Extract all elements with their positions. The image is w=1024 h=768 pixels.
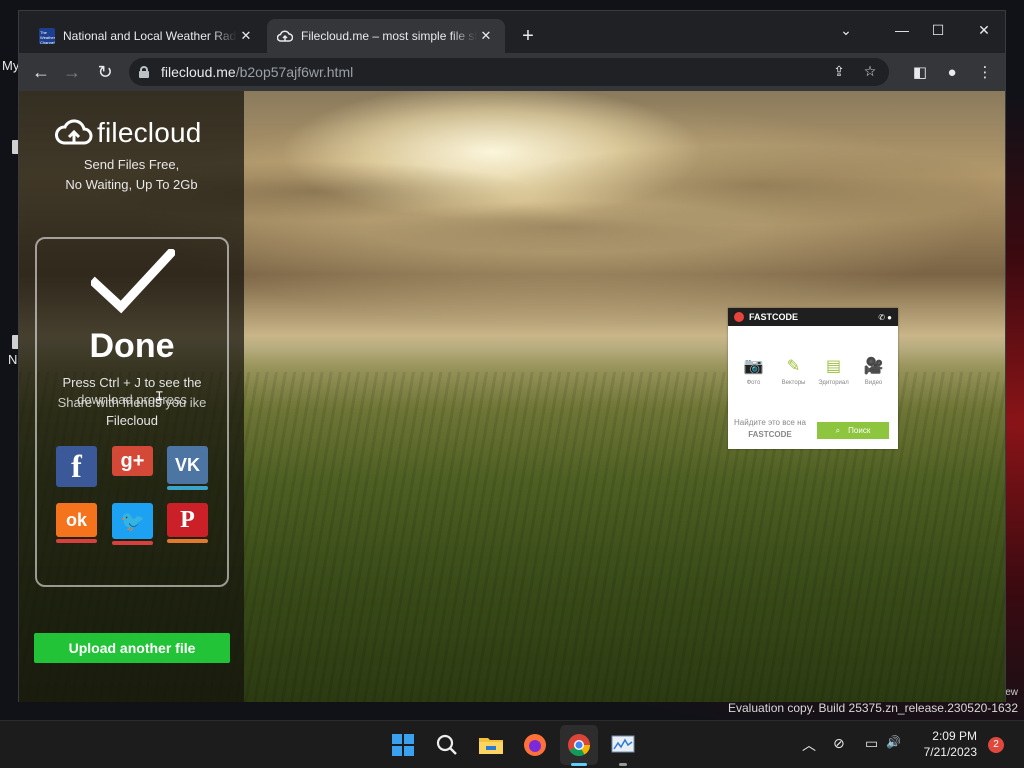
clock-date: 7/21/2023 <box>923 745 977 759</box>
side-panel-icon[interactable]: ◧ <box>909 61 931 83</box>
active-app-indicator <box>571 763 587 766</box>
upload-another-file-button[interactable]: Upload another file <box>34 633 230 663</box>
twitter-counter <box>112 541 153 545</box>
ctrl-j-line1: Press Ctrl + J to see the <box>62 375 202 390</box>
browser-toolbar: ← → ↻ filecloud.me/b2op57ajf6wr.html ⇪ ☆… <box>19 53 1005 91</box>
filecloud-sidebar: filecloud Send Files Free, No Waiting, U… <box>19 91 244 702</box>
firefox-icon[interactable] <box>521 731 549 759</box>
google-plus-share-button[interactable]: g+ <box>112 446 153 476</box>
share-icon[interactable]: ⇪ <box>829 63 849 81</box>
facebook-icon: f <box>71 448 82 484</box>
display-icon[interactable]: ▭ <box>865 735 878 752</box>
done-title: Done <box>89 327 175 365</box>
ad-item-photo[interactable]: 📷 Фото <box>738 356 769 386</box>
ad-category-list: 📷 Фото ✎ Векторы ▤ Эдиториал 🎥 Видео <box>738 356 889 386</box>
tab-weather[interactable]: The Weather Channel National and Local W… <box>29 19 265 53</box>
lock-icon[interactable] <box>139 66 149 78</box>
chevron-up-icon[interactable]: ︿ <box>802 735 816 755</box>
desktop-label-n: N <box>8 352 18 367</box>
flame-icon <box>734 312 744 322</box>
odnoklassniki-icon: ok <box>65 509 87 530</box>
facebook-share-button[interactable]: f <box>56 446 97 487</box>
chrome-icon[interactable] <box>560 725 598 765</box>
new-tab-button[interactable]: + <box>516 25 540 49</box>
video-icon: 🎥 <box>863 358 884 375</box>
vk-counter <box>167 486 208 490</box>
start-icon[interactable] <box>389 731 417 759</box>
menu-icon[interactable]: ⋮ <box>974 61 996 83</box>
ad-brand: FASTCODE <box>749 312 799 322</box>
close-icon[interactable]: ✕ <box>237 27 255 45</box>
profile-icon[interactable]: ● <box>941 61 963 83</box>
cloud-upload-icon <box>277 30 293 42</box>
back-button[interactable]: ← <box>29 61 53 83</box>
browser-window: The Weather Channel National and Local W… <box>18 10 1006 702</box>
vk-share-button[interactable]: VK <box>167 446 208 484</box>
tagline-line1: Send Files Free, <box>83 157 180 172</box>
phone-icon[interactable]: ✆ ● <box>878 313 892 322</box>
search-icon: ⌕ <box>835 425 841 435</box>
weather-channel-icon: The Weather Channel <box>39 28 55 44</box>
close-icon[interactable]: ✕ <box>477 27 495 45</box>
google-plus-icon: g+ <box>120 449 145 472</box>
tab-search-button[interactable]: ⌄ <box>831 17 861 43</box>
pinterest-counter <box>167 539 208 543</box>
page-content: filecloud Send Files Free, No Waiting, U… <box>19 91 1005 702</box>
tab-filecloud[interactable]: Filecloud.me – most simple file sharing … <box>267 19 505 53</box>
forward-button[interactable]: → <box>60 61 84 83</box>
tagline-line2: No Waiting, Up To 2Gb <box>65 177 198 192</box>
tab-title: Filecloud.me – most simple file sharing <box>301 29 477 43</box>
desktop-edge-text: ew <box>1005 687 1018 698</box>
clock-time: 2:09 PM <box>932 729 977 743</box>
pinterest-share-button[interactable]: P <box>167 503 208 537</box>
cloud-upload-icon <box>55 119 93 145</box>
pinterest-icon: P <box>180 506 195 533</box>
desktop-label-my: My <box>2 58 20 73</box>
tab-title: National and Local Weather Radar <box>63 29 237 43</box>
twitter-share-button[interactable]: 🐦 <box>112 503 153 539</box>
odnoklassniki-counter <box>56 539 97 543</box>
share-line2: Filecloud <box>105 413 159 428</box>
clock[interactable]: 2:09 PM 7/21/2023 <box>924 728 977 760</box>
taskbar: ︿ ⊘ ▭ 🔊 2:09 PM 7/21/2023 2 <box>0 720 1024 768</box>
notification-badge[interactable]: 2 <box>988 737 1004 753</box>
tab-strip: The Weather Channel National and Local W… <box>19 11 1005 53</box>
share-line1: Share with friends you ike <box>57 395 207 410</box>
minimize-button[interactable]: — <box>887 17 917 43</box>
ad-footer: Найдите это все на FASTCODE <box>734 418 806 439</box>
fastcode-ad-widget[interactable]: FASTCODE ✆ ● 📷 Фото ✎ Векторы ▤ Эдиториал 🎥… <box>728 308 898 449</box>
volume-icon[interactable]: 🔊 <box>886 735 901 749</box>
ad-item-vectors[interactable]: ✎ Векторы <box>778 356 809 386</box>
text-cursor-icon: Ɪ <box>156 389 163 403</box>
url-host: filecloud.me <box>161 64 236 80</box>
url-path: /b2op57ajf6wr.html <box>235 64 354 80</box>
twitter-icon: 🐦 <box>120 510 145 533</box>
ad-search-button[interactable]: ⌕ Поиск <box>817 422 889 439</box>
done-panel: Done Press Ctrl + J to see the download … <box>35 237 229 587</box>
ad-item-video[interactable]: 🎥 Видео <box>858 356 889 386</box>
network-icon[interactable]: ⊘ <box>833 735 845 752</box>
file-explorer-icon[interactable] <box>477 731 505 759</box>
odnoklassniki-share-button[interactable]: ok <box>56 503 97 537</box>
bookmark-star-icon[interactable]: ☆ <box>860 63 880 81</box>
logo-text: filecloud <box>97 117 202 148</box>
reload-button[interactable]: ↻ <box>93 61 117 83</box>
performance-monitor-icon[interactable] <box>609 731 637 759</box>
ad-item-editorial[interactable]: ▤ Эдиториал <box>818 356 849 386</box>
evaluation-watermark: Evaluation copy. Build 25375.zn_release.… <box>728 701 1018 715</box>
newspaper-icon: ▤ <box>825 358 842 375</box>
close-window-button[interactable]: ✕ <box>969 17 999 43</box>
pen-icon: ✎ <box>786 358 801 375</box>
maximize-button[interactable]: ☐ <box>923 17 953 43</box>
ad-header: FASTCODE ✆ ● <box>728 308 898 326</box>
running-app-indicator <box>619 763 627 766</box>
search-icon[interactable] <box>433 731 461 759</box>
address-bar[interactable]: filecloud.me/b2op57ajf6wr.html ⇪ ☆ <box>129 58 889 86</box>
checkmark-icon <box>91 249 175 314</box>
vk-icon: VK <box>174 454 200 475</box>
camera-icon: 📷 <box>743 358 764 375</box>
filecloud-logo[interactable]: filecloud <box>55 117 202 149</box>
